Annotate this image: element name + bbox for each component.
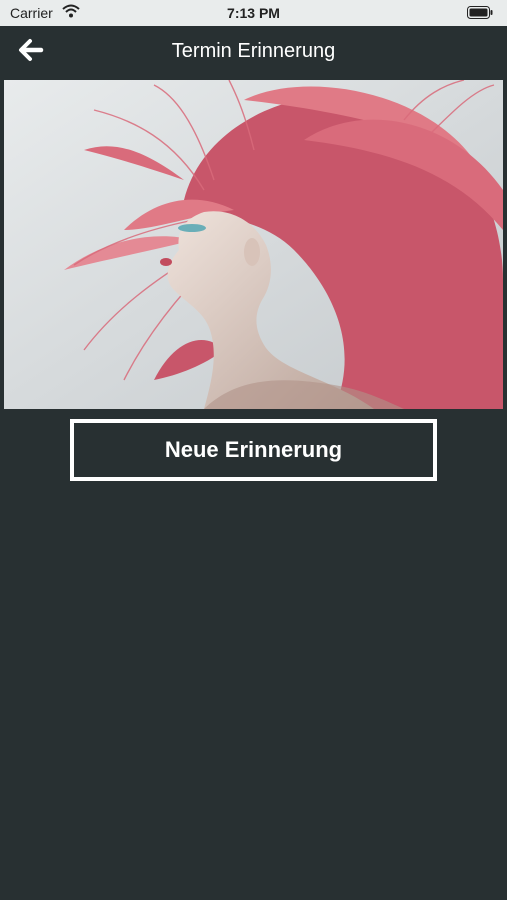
navigation-bar: Termin Erinnerung	[0, 26, 507, 78]
page-title: Termin Erinnerung	[171, 40, 336, 62]
battery-icon	[467, 6, 493, 22]
new-reminder-label: Neue Erinnerung	[164, 437, 343, 462]
hero-image	[4, 80, 503, 409]
new-reminder-button[interactable]: Neue Erinnerung	[70, 419, 437, 481]
portrait-photo	[4, 80, 503, 409]
status-time: 7:13 PM	[227, 5, 280, 21]
status-bar: Carrier 7:13 PM	[0, 0, 507, 26]
